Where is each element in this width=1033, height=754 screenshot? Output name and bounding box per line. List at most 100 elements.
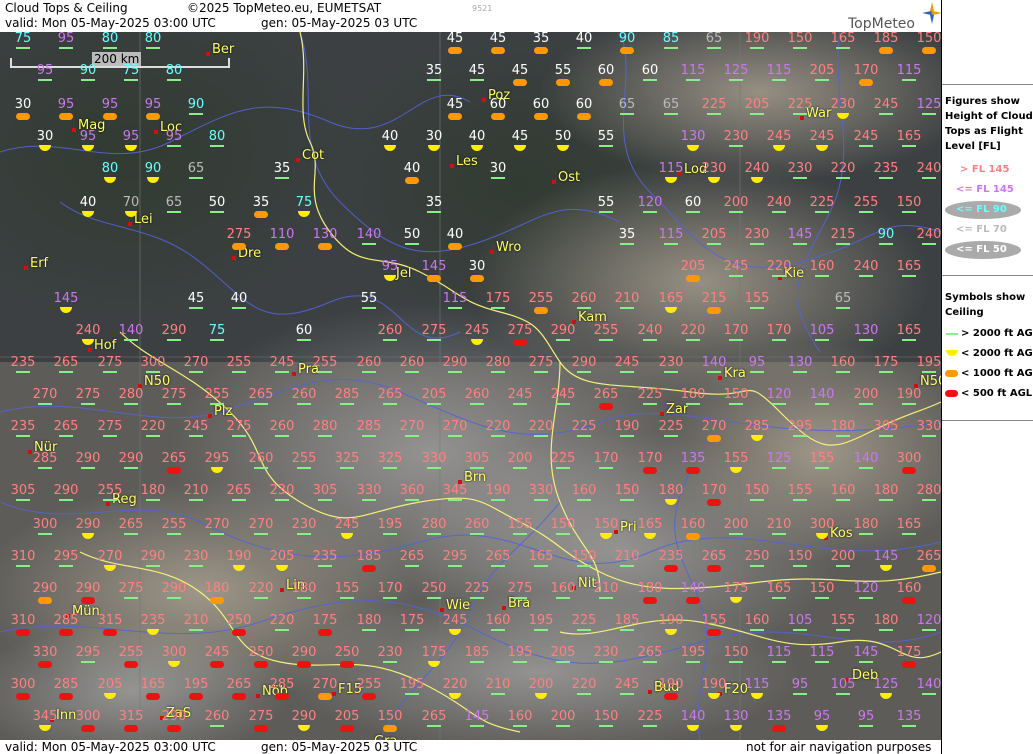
cloud-top-value: 90: [144, 161, 162, 176]
ceiling-line-symbol: [189, 499, 203, 501]
ceiling-pill-symbol: [38, 597, 52, 604]
cloud-top-value: 260: [377, 323, 403, 338]
cloud-top-value: 150: [723, 387, 749, 402]
city-label: Hof: [94, 338, 117, 353]
city-label: Zar: [666, 402, 689, 417]
ceiling-line-symbol: [793, 693, 807, 695]
ceiling-line-symbol: [470, 725, 484, 727]
ceiling-line-symbol: [16, 435, 30, 437]
ceiling-line-symbol: [922, 371, 936, 373]
cloud-top-value: 310: [10, 549, 36, 564]
ceiling-line-symbol: [859, 145, 873, 147]
cloud-top-value: 30: [425, 129, 443, 144]
ceiling-line-symbol: [167, 339, 181, 341]
cloud-top-value: 225: [701, 97, 727, 112]
ceiling-line-symbol: [167, 533, 181, 535]
cloud-top-value: 185: [873, 32, 899, 46]
cloud-top-value: 295: [204, 451, 230, 466]
ceiling-line-symbol: [124, 533, 138, 535]
ceiling-pill-symbol: [556, 79, 570, 86]
ceiling-line-symbol: [210, 211, 224, 213]
cloud-top-value: 115: [442, 291, 468, 306]
cloud-top-value: 135: [680, 451, 706, 466]
cloud-top-value: 265: [118, 517, 144, 532]
cloud-top-value: 150: [614, 483, 640, 498]
cloud-top-value: 265: [53, 355, 79, 370]
ceiling-line-symbol: [643, 725, 657, 727]
cloud-map[interactable]: 200 km Ber Poz War Mag Loc Cot Les Lod Ost Lei Dre…: [0, 32, 941, 740]
ceiling-line-symbol: [772, 403, 786, 405]
ceiling-line-symbol: [405, 565, 419, 567]
city-marker: [280, 588, 284, 592]
cloud-top-value: 160: [571, 483, 597, 498]
logo[interactable]: TopMeteo: [848, 16, 915, 32]
ceiling-pill-symbol: [577, 113, 591, 120]
ceiling-line-symbol: [124, 339, 138, 341]
ceiling-line-symbol: [793, 243, 807, 245]
ceiling-line-symbol: [275, 629, 289, 631]
cloud-top-value: 90: [877, 227, 895, 242]
cloud-top-value: 275: [97, 355, 123, 370]
cloud-top-value: 160: [485, 613, 511, 628]
ceiling-line-symbol: [427, 211, 441, 213]
cloud-top-value: 140: [853, 451, 879, 466]
ceiling-line-symbol: [815, 211, 829, 213]
ceiling-pill-symbol: [707, 565, 721, 572]
cloud-top-value: 230: [744, 227, 770, 242]
cloud-top-value: 115: [766, 645, 792, 660]
cloud-top-value: 205: [550, 645, 576, 660]
ceiling-pill-symbol: [686, 467, 700, 474]
cloud-top-value: 255: [161, 517, 187, 532]
city-marker: [502, 606, 506, 610]
ceiling-line-symbol: [815, 275, 829, 277]
ceiling-line-symbol: [340, 597, 354, 599]
ceiling-line-symbol: [405, 693, 419, 695]
cloud-top-value: 115: [658, 227, 684, 242]
ceiling-line-symbol: [643, 211, 657, 213]
ceiling-line-symbol: [556, 533, 570, 535]
ceiling-line-symbol: [340, 403, 354, 405]
ceiling-line-symbol: [815, 597, 829, 599]
ceiling-pill-symbol: [318, 693, 332, 700]
city-marker: [296, 158, 300, 162]
cloud-top-value: 295: [442, 549, 468, 564]
ceiling-pill-symbol: [189, 693, 203, 700]
ceiling-pill-symbol: [664, 565, 678, 572]
cloud-top-value: 325: [377, 451, 403, 466]
cloud-top-value: 205: [744, 97, 770, 112]
ceiling-pill-symbol: [620, 47, 634, 54]
ceiling-line-symbol: [620, 693, 634, 695]
cloud-top-value: 255: [97, 483, 123, 498]
city-marker: [154, 130, 158, 134]
cloud-top-value: 45: [187, 291, 205, 306]
ceiling-line-symbol: [902, 339, 916, 341]
legend-symbol-pill-red: [945, 390, 958, 397]
cloud-top-value: 130: [787, 355, 813, 370]
ceiling-line-symbol: [815, 403, 829, 405]
ceiling-line-symbol: [362, 435, 376, 437]
ceiling-line-symbol: [38, 403, 52, 405]
ceiling-line-symbol: [513, 467, 527, 469]
cloud-top-value: 220: [680, 323, 706, 338]
cloud-top-value: 270: [442, 419, 468, 434]
cloud-top-value: 30: [14, 97, 32, 112]
cloud-top-value: 165: [658, 291, 684, 306]
cloud-top-value: 275: [421, 323, 447, 338]
ceiling-line-symbol: [470, 467, 484, 469]
ceiling-pill-symbol: [470, 275, 484, 282]
cloud-top-value: 290: [75, 517, 101, 532]
ceiling-line-symbol: [664, 243, 678, 245]
ceiling-line-symbol: [534, 499, 548, 501]
ceiling-line-symbol: [16, 565, 30, 567]
ceiling-line-symbol: [599, 211, 613, 213]
ceiling-pill-symbol: [167, 725, 181, 732]
cloud-top-value: 165: [528, 549, 554, 564]
ceiling-line-symbol: [577, 435, 591, 437]
cloud-top-value: 225: [787, 97, 813, 112]
ceiling-line-symbol: [103, 499, 117, 501]
cloud-top-value: 260: [464, 517, 490, 532]
ceiling-pill-symbol: [879, 47, 893, 54]
cloud-top-value: 175: [723, 581, 749, 596]
cloud-top-value: 240: [75, 323, 101, 338]
ceiling-pill-symbol: [534, 47, 548, 54]
